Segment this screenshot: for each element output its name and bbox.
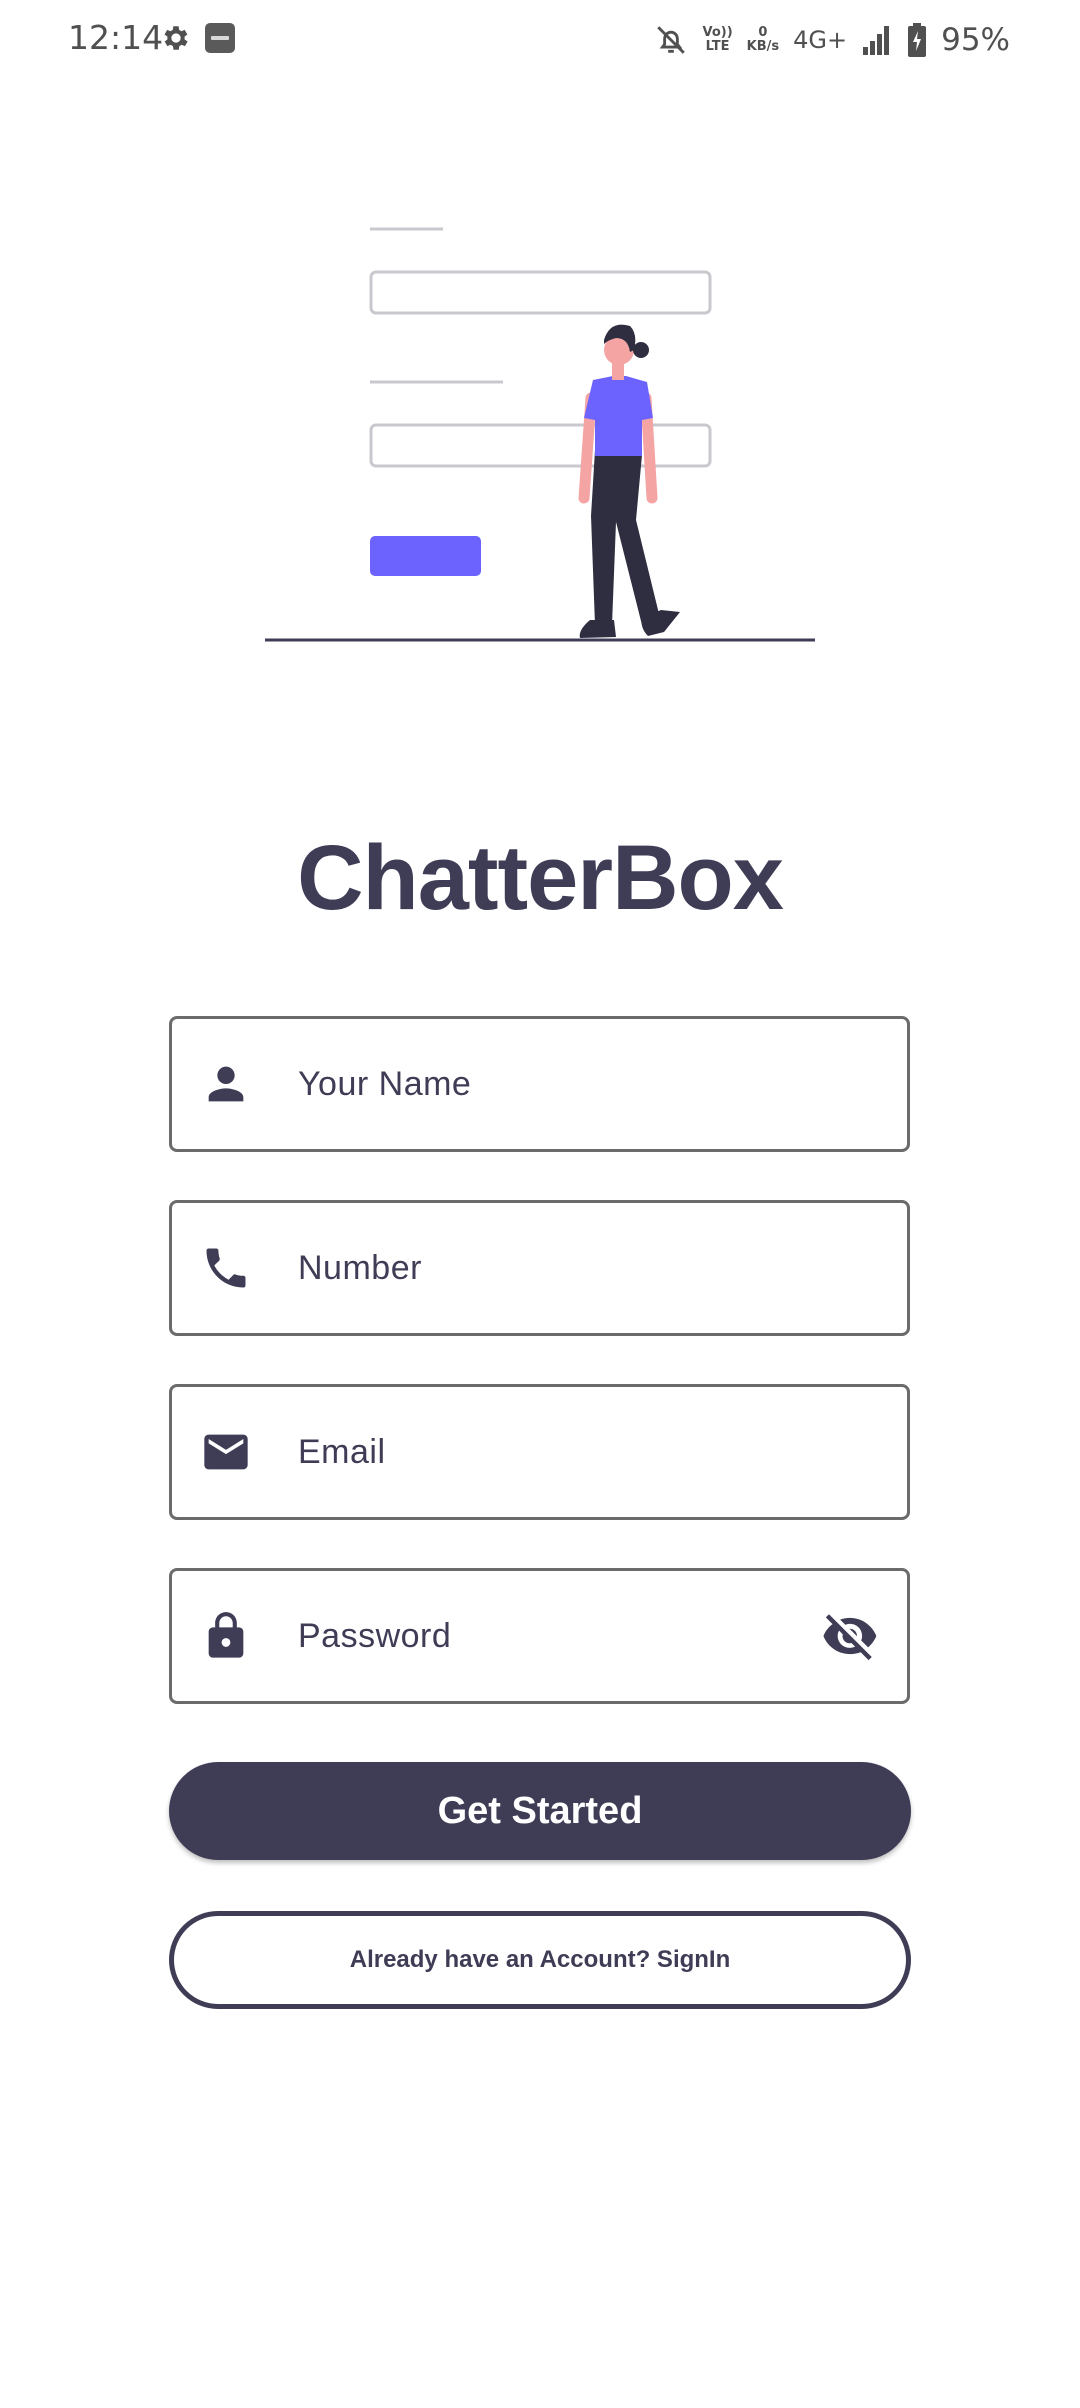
password-field[interactable] bbox=[169, 1568, 910, 1704]
app-title: ChatterBox bbox=[297, 827, 784, 929]
mock-input-box bbox=[369, 270, 712, 315]
status-right: Vo)) LTE 0 KB/s 4G+ 95% bbox=[654, 16, 1010, 64]
mock-input-box bbox=[369, 423, 712, 468]
battery-percentage: 95% bbox=[941, 22, 1010, 58]
signup-screen: 12:14 Vo)) LTE 0 KB/s 4G+ 95% ChatterBox… bbox=[0, 0, 1080, 2408]
signin-button[interactable]: Already have an Account? SignIn bbox=[169, 1911, 911, 2009]
person-icon bbox=[208, 1066, 244, 1102]
number-input[interactable] bbox=[298, 1203, 818, 1333]
status-time: 12:14 bbox=[68, 18, 164, 57]
bell-off-icon bbox=[657, 26, 686, 54]
status-bar: 12:14 Vo)) LTE 0 KB/s 4G+ 95% bbox=[0, 0, 1080, 80]
name-field[interactable] bbox=[169, 1016, 910, 1152]
password-input[interactable] bbox=[298, 1571, 818, 1701]
mail-icon bbox=[204, 1434, 248, 1470]
volte-indicator: Vo)) LTE bbox=[702, 25, 733, 54]
network-speed: 0 KB/s bbox=[746, 25, 780, 54]
eye-off-icon[interactable] bbox=[821, 1607, 879, 1665]
email-input[interactable] bbox=[298, 1387, 818, 1517]
name-input[interactable] bbox=[298, 1019, 818, 1149]
woman-figure bbox=[578, 324, 680, 638]
phone-icon bbox=[206, 1248, 246, 1288]
get-started-button[interactable]: Get Started bbox=[169, 1762, 911, 1860]
number-field[interactable] bbox=[169, 1200, 910, 1336]
paytm-app-icon bbox=[205, 23, 235, 53]
signal-icon bbox=[863, 26, 890, 55]
battery-charging-icon bbox=[908, 23, 927, 57]
mock-button bbox=[370, 536, 481, 576]
lock-icon bbox=[208, 1612, 244, 1658]
email-field[interactable] bbox=[169, 1384, 910, 1520]
network-type: 4G+ bbox=[793, 26, 848, 54]
signup-illustration bbox=[265, 227, 815, 642]
gear-icon bbox=[164, 26, 188, 50]
